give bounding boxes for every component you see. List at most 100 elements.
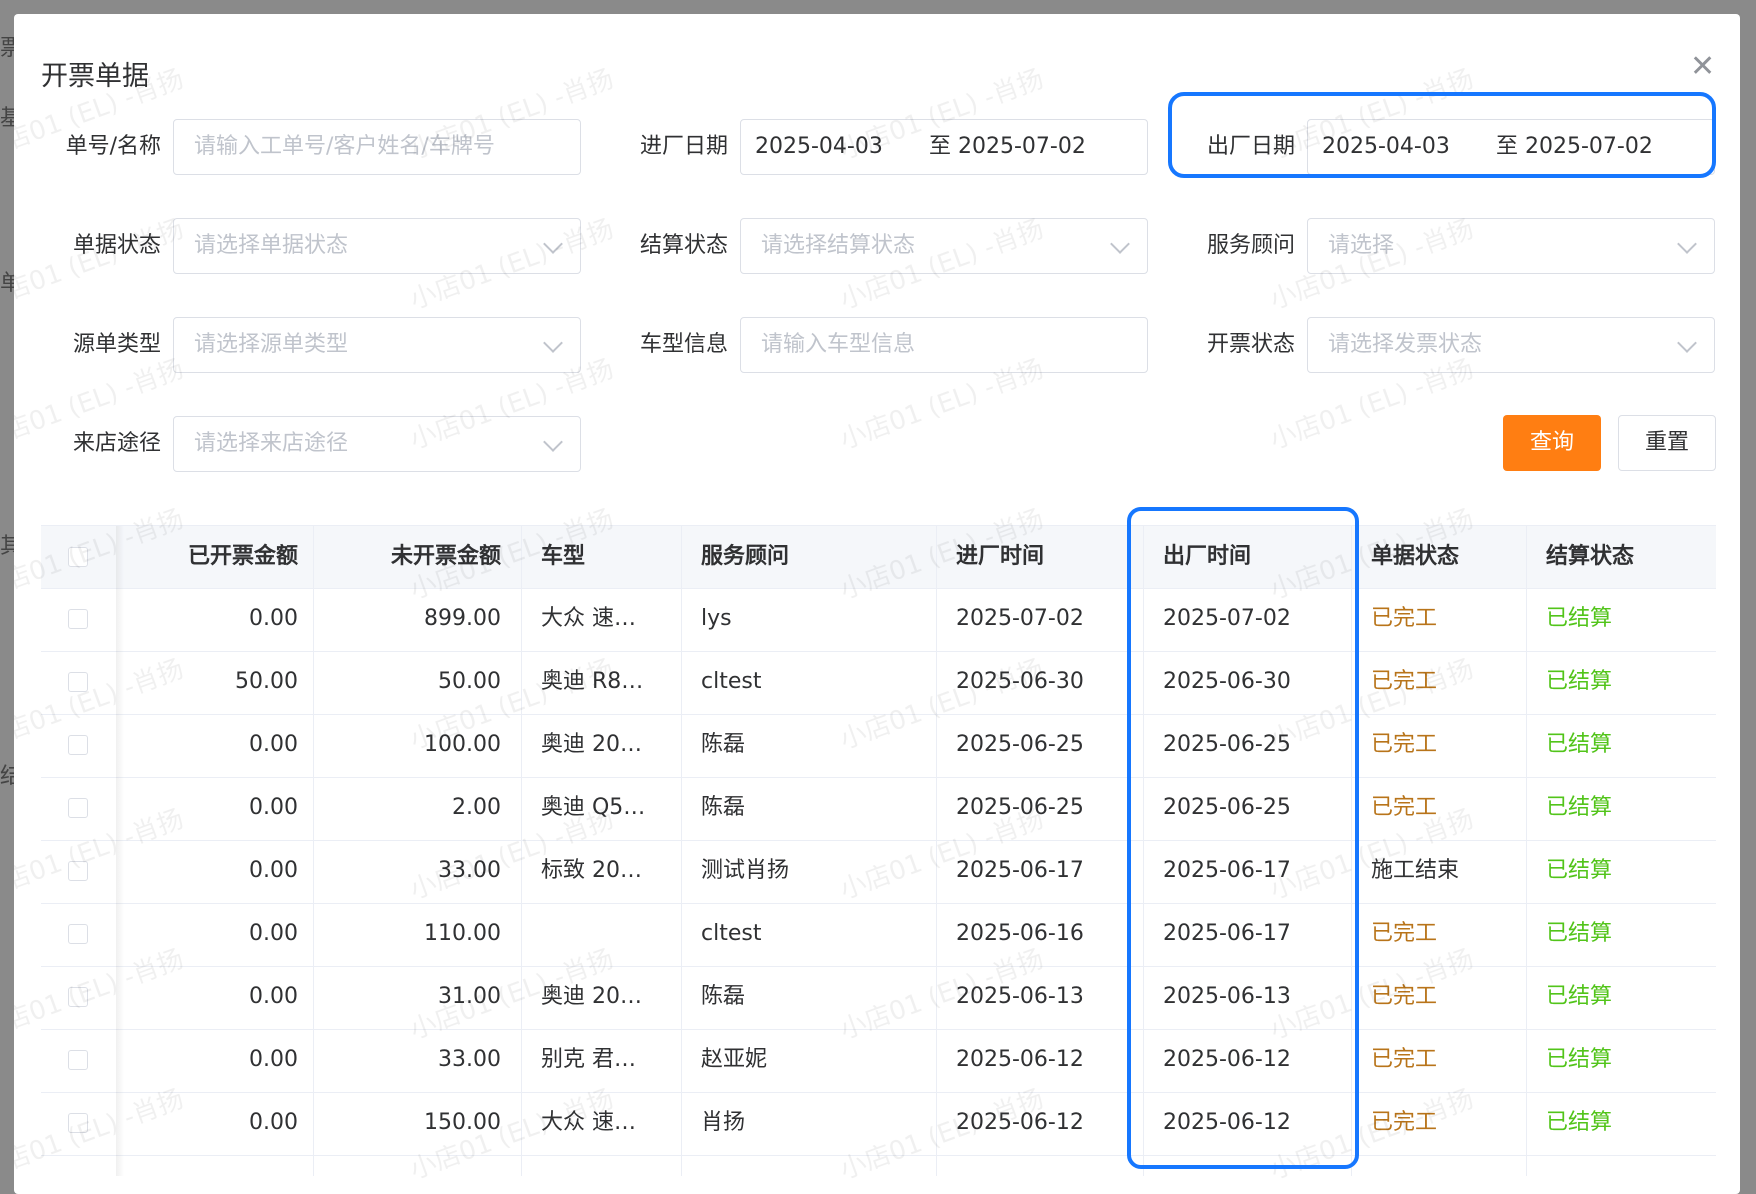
order-no-input[interactable]: 请输入工单号/客户姓名/车牌号 (173, 119, 581, 175)
cell-invoiced: 0.00 (249, 984, 298, 1009)
table-row[interactable]: 0.00 100.00 奥迪 20… 陈磊 2025-06-25 2025-06-25 已完… (41, 714, 1716, 778)
cell-model: 奥迪 R8… (541, 669, 644, 694)
cell-uninvoiced: 899.00 (424, 606, 501, 631)
invoice-status-label: 开票状态 (1206, 332, 1295, 357)
table-row[interactable]: 0.00 33.00 标致 20… 测试肖扬 2025-06-17 2025-06-17 施… (41, 840, 1716, 904)
cell-invoiced: 0.00 (249, 858, 298, 883)
col-settle-status: 结算状态 (1546, 544, 1635, 569)
row-checkbox[interactable] (68, 672, 88, 692)
source-type-select[interactable]: 请选择源单类型 (173, 317, 581, 373)
settle-status-select[interactable]: 请选择结算状态 (740, 218, 1148, 274)
dialog-title: 开票单据 (41, 61, 149, 92)
cell-in-time: 2025-06-16 (956, 921, 1084, 946)
row-checkbox[interactable] (68, 861, 88, 881)
cell-doc-status: 已完工 (1371, 606, 1438, 631)
source-type-label: 源单类型 (72, 332, 161, 357)
column-divider (313, 526, 314, 1176)
cell-uninvoiced: 50.00 (438, 669, 501, 694)
table-row[interactable]: 0.00 31.00 奥迪 20… 陈磊 2025-06-13 2025-06-13 已完工… (41, 966, 1716, 1030)
cell-uninvoiced: 33.00 (438, 1047, 501, 1072)
cell-uninvoiced: 110.00 (424, 921, 501, 946)
fixed-column-shadow (116, 526, 124, 1176)
table-row[interactable]: 0.00 110.00 cltest 2025-06-16 2025-06-17 已完工已… (41, 903, 1716, 967)
row-checkbox[interactable] (68, 735, 88, 755)
col-in-time: 进厂时间 (956, 544, 1045, 569)
advisor-select[interactable]: 请选择 (1307, 218, 1715, 274)
doc-status-select[interactable]: 请选择单据状态 (173, 218, 581, 274)
cell-in-time: 2025-07-02 (956, 606, 1084, 631)
query-button[interactable]: 查询 (1503, 415, 1601, 471)
cell-settle-status: 已结算 (1546, 669, 1613, 694)
advisor-placeholder: 请选择 (1328, 233, 1395, 258)
highlight-out-date-filter (1168, 92, 1716, 178)
cell-doc-status: 已完工 (1371, 669, 1438, 694)
invoice-status-placeholder: 请选择发票状态 (1328, 332, 1483, 357)
column-divider (681, 526, 682, 1176)
col-advisor: 服务顾问 (701, 544, 790, 569)
cell-settle-status: 已结算 (1546, 606, 1613, 631)
col-uninvoiced: 未开票金额 (390, 544, 501, 569)
cell-invoiced: 0.00 (249, 1047, 298, 1072)
cell-invoiced: 0.00 (249, 732, 298, 757)
cell-settle-status: 已结算 (1546, 1047, 1613, 1072)
invoice-documents-dialog: 开票单据 ✕ 单号/名称 请输入工单号/客户姓名/车牌号 进厂日期 2025-0… (14, 14, 1740, 1194)
column-divider (521, 526, 522, 1176)
settle-status-label: 结算状态 (639, 233, 728, 258)
cell-uninvoiced: 2.00 (452, 795, 501, 820)
table-row[interactable]: 0.00 150.00 大众 速… 肖扬 2025-06-12 2025-06-12 已完工… (41, 1092, 1716, 1156)
cell-in-time: 2025-06-12 (956, 1047, 1084, 1072)
cell-settle-status: 已结算 (1546, 921, 1613, 946)
col-model: 车型 (541, 544, 586, 569)
cell-advisor: 测试肖扬 (701, 858, 790, 883)
table-row[interactable]: 0.00 33.00 别克 君… 赵亚妮 2025-06-12 2025-06-12 已完工… (41, 1029, 1716, 1093)
settle-status-placeholder: 请选择结算状态 (761, 233, 916, 258)
cell-doc-status: 已完工 (1371, 1047, 1438, 1072)
chevron-down-icon (1677, 234, 1697, 254)
column-divider (1526, 526, 1527, 1176)
row-checkbox[interactable] (68, 1050, 88, 1070)
cell-in-time: 2025-06-25 (956, 732, 1084, 757)
in-date-end: 至 2025-07-02 (929, 134, 1086, 159)
cell-doc-status: 已完工 (1371, 795, 1438, 820)
row-checkbox[interactable] (68, 609, 88, 629)
channel-select[interactable]: 请选择来店途径 (173, 416, 581, 472)
row-checkbox[interactable] (68, 924, 88, 944)
channel-placeholder: 请选择来店途径 (194, 431, 349, 456)
row-checkbox[interactable] (68, 798, 88, 818)
select-all-checkbox[interactable] (68, 547, 88, 567)
cell-invoiced: 0.00 (249, 606, 298, 631)
cell-settle-status: 已结算 (1546, 795, 1613, 820)
cell-model: 大众 速… (541, 606, 636, 631)
advisor-label: 服务顾问 (1206, 233, 1295, 258)
car-model-input[interactable]: 请输入车型信息 (740, 317, 1148, 373)
cell-model: 奥迪 20… (541, 984, 642, 1009)
cell-doc-status: 已完工 (1371, 921, 1438, 946)
cell-invoiced: 50.00 (235, 669, 298, 694)
invoice-table: 已开票金额 未开票金额 车型 服务顾问 进厂时间 出厂时间 单据状态 结算状态 … (41, 525, 1716, 1176)
chevron-down-icon (1110, 234, 1130, 254)
invoice-status-select[interactable]: 请选择发票状态 (1307, 317, 1715, 373)
cell-settle-status: 已结算 (1546, 858, 1613, 883)
row-checkbox[interactable] (68, 987, 88, 1007)
cell-advisor: cltest (701, 921, 762, 946)
cell-uninvoiced: 100.00 (424, 732, 501, 757)
cell-model: 别克 君… (541, 1047, 636, 1072)
highlight-out-time-column (1127, 507, 1359, 1169)
row-checkbox[interactable] (68, 1113, 88, 1133)
table-row[interactable]: 0.00 899.00 大众 速… lys 2025-07-02 2025-07-02 已完… (41, 588, 1716, 652)
cell-advisor: cltest (701, 669, 762, 694)
col-doc-status: 单据状态 (1371, 544, 1460, 569)
table-row[interactable]: 0.00 2.00 奥迪 Q5… 陈磊 2025-06-25 2025-06-25 已完工已… (41, 777, 1716, 841)
cell-advisor: 肖扬 (701, 1110, 746, 1135)
reset-button[interactable]: 重置 (1618, 415, 1716, 471)
cell-advisor: lys (701, 606, 732, 631)
cell-doc-status: 已完工 (1371, 1110, 1438, 1135)
doc-status-placeholder: 请选择单据状态 (194, 233, 349, 258)
in-date-range-picker[interactable]: 2025-04-03 至 2025-07-02 (740, 119, 1148, 175)
close-icon[interactable]: ✕ (1690, 52, 1715, 82)
cell-advisor: 陈磊 (701, 732, 746, 757)
in-date-start: 2025-04-03 (755, 134, 883, 159)
cell-settle-status: 已结算 (1546, 732, 1613, 757)
table-row[interactable]: 50.00 50.00 奥迪 R8… cltest 2025-06-30 2025-06-… (41, 651, 1716, 715)
cell-settle-status: 已结算 (1546, 984, 1613, 1009)
